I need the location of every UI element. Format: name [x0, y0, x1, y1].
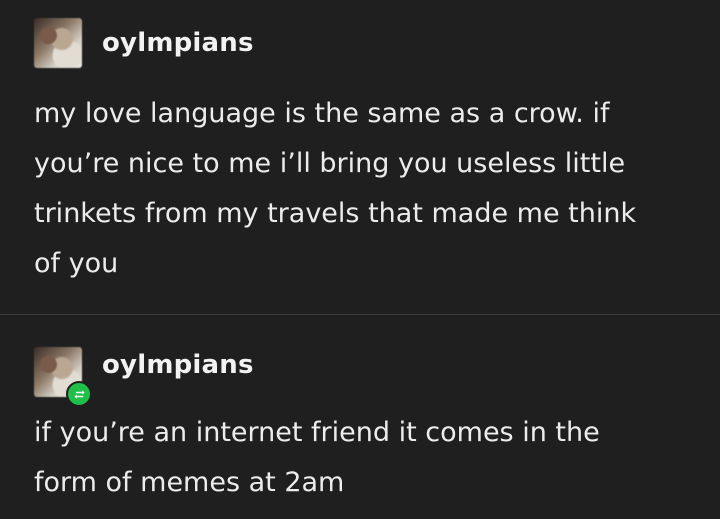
tumblr-thread: oylmpians my love language is the same a… [0, 0, 720, 519]
post-reblog: oylmpians if you’re an internet friend i… [0, 315, 720, 519]
avatar[interactable] [34, 347, 92, 407]
username[interactable]: oylmpians [102, 350, 254, 380]
post-header: oylmpians [34, 18, 254, 68]
username[interactable]: oylmpians [102, 28, 254, 58]
user-avatar-icon [34, 18, 82, 68]
reblog-icon [66, 381, 92, 407]
post-original: oylmpians my love language is the same a… [0, 0, 720, 314]
post-body-text: my love language is the same as a crow. … [34, 98, 637, 279]
avatar[interactable] [34, 18, 82, 68]
post-header: oylmpians [34, 347, 254, 407]
post-body-text: if you’re an internet friend it comes in… [34, 417, 600, 498]
